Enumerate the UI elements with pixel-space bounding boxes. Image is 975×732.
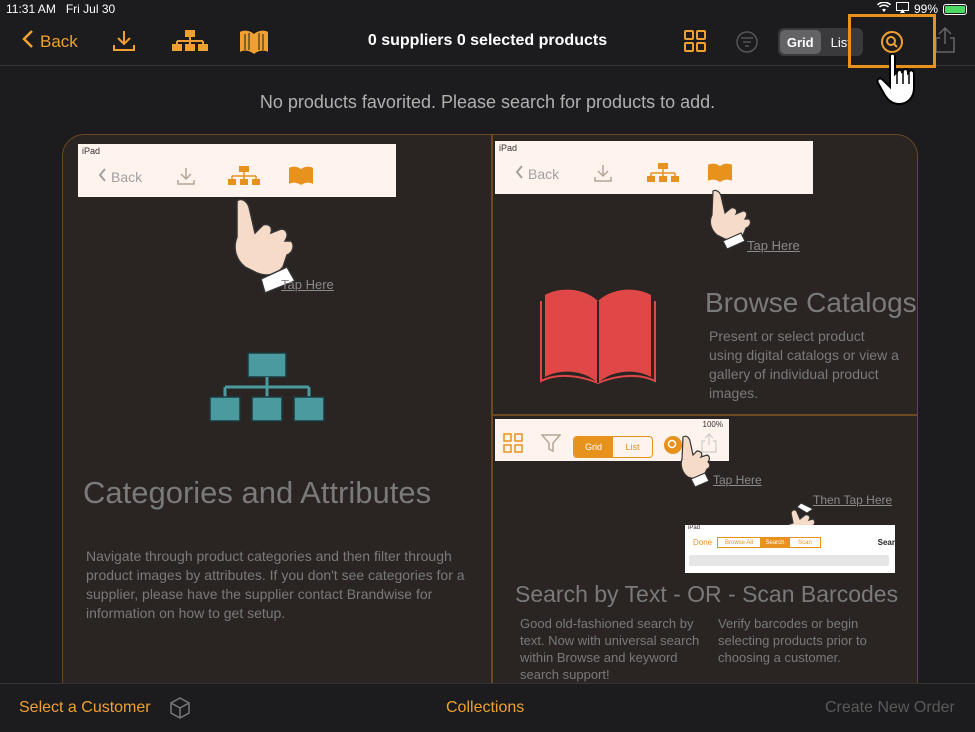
- pointing-hand-icon: [677, 435, 717, 496]
- hierarchy-icon: [228, 166, 260, 191]
- mini-search-screen: iPad Done Browse All Search Scan Sear: [685, 525, 895, 573]
- share-icon[interactable]: [934, 26, 956, 59]
- then-tap-here-label: Then Tap Here: [813, 493, 893, 507]
- back-label: Back: [40, 31, 78, 51]
- download-icon[interactable]: [112, 28, 136, 59]
- bottom-toolbar: Select a Customer Collections Create New…: [0, 683, 975, 732]
- open-book-icon: [288, 165, 314, 192]
- mini-battery-label: 100%: [702, 420, 723, 429]
- cube-icon[interactable]: [168, 696, 192, 725]
- tap-here-label: Tap Here: [281, 277, 334, 292]
- tap-here-label: Tap Here: [713, 473, 762, 487]
- search-heading: Search by Text - OR - Scan Barcodes: [515, 581, 899, 607]
- search-description-right: Verify barcodes or begin selecting produ…: [718, 616, 867, 665]
- grid-icon: [503, 433, 523, 458]
- panel-divider-vertical: [491, 135, 493, 683]
- mini-view-segment: Grid List: [573, 436, 653, 458]
- mini-back-button: Back: [98, 168, 142, 185]
- hierarchy-icon[interactable]: [172, 28, 208, 59]
- battery-icon: [943, 3, 967, 15]
- create-new-order-button[interactable]: Create New Order: [825, 699, 955, 717]
- mini-ipad-label: iPad: [499, 143, 518, 153]
- status-time: 11:31 AM Fri Jul 30: [6, 2, 116, 16]
- categories-heading: Categories and Attributes: [83, 475, 432, 510]
- categories-description: Navigate through product categories and …: [86, 548, 465, 621]
- mini-back-button: Back: [515, 165, 559, 182]
- mini-search-tabs: Browse All Search Scan: [717, 537, 821, 548]
- chevron-left-icon: [22, 30, 34, 53]
- page-title: 0 suppliers 0 selected products: [367, 32, 608, 49]
- browse-description: Present or select product using digital …: [709, 328, 899, 401]
- search-description-left: Good old-fashioned search by text. Now w…: [520, 616, 700, 682]
- empty-state-message: No products favorited. Please search for…: [259, 92, 716, 112]
- browse-heading: Browse Catalogs: [705, 287, 917, 318]
- hierarchy-icon: [209, 351, 325, 428]
- grid-icon[interactable]: [684, 30, 706, 57]
- back-button[interactable]: Back: [22, 30, 78, 53]
- nav-bar: Back 0 suppliers 0 selected products Gri…: [0, 18, 975, 66]
- hierarchy-icon: [647, 163, 679, 188]
- chevron-left-icon: [98, 168, 107, 185]
- open-book-icon: [707, 162, 733, 189]
- download-icon: [593, 163, 613, 188]
- status-bar: 11:31 AM Fri Jul 30 99%: [0, 0, 975, 18]
- mini-search-field: [689, 555, 889, 566]
- tutorial-panel: iPad Back Tap Here Categories and Attrib…: [62, 134, 918, 684]
- open-book-icon[interactable]: [238, 28, 270, 61]
- chevron-left-icon: [515, 165, 524, 182]
- filter-icon: [540, 433, 562, 458]
- collections-button[interactable]: Collections: [446, 699, 524, 717]
- tap-here-label: Tap Here: [747, 238, 800, 253]
- panel-divider-horizontal: [493, 414, 917, 416]
- mini-nav-bar-browse: iPad Back: [495, 141, 813, 194]
- grid-mode-option[interactable]: Grid: [780, 30, 821, 54]
- download-icon: [176, 166, 196, 191]
- mini-nav-bar-categories: iPad Back: [78, 144, 396, 197]
- open-book-icon: [539, 285, 657, 390]
- select-customer-button[interactable]: Select a Customer: [19, 699, 151, 717]
- filter-icon[interactable]: [735, 30, 759, 59]
- mini-ipad-label: iPad: [82, 146, 101, 156]
